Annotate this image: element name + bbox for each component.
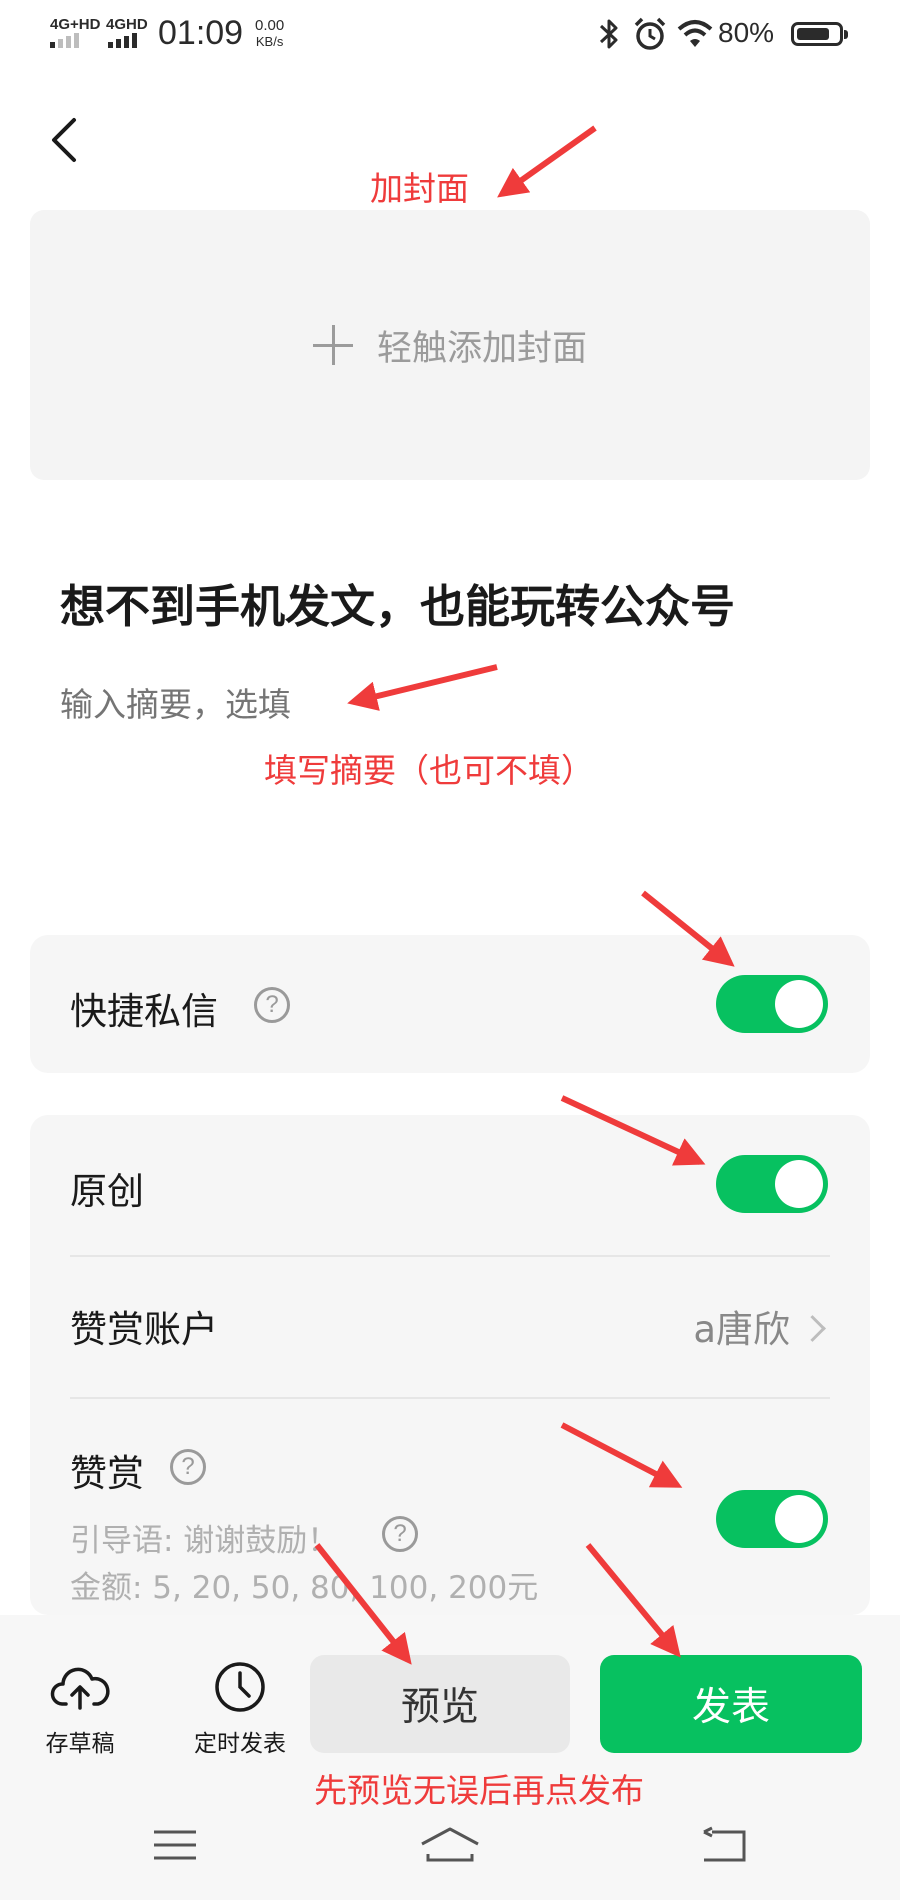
annotation-publish-tip: 先预览无误后再点发布 [314, 1771, 644, 1810]
schedule-publish-label: 定时发表 [194, 1731, 286, 1757]
alarm-icon [634, 17, 666, 50]
signal-1-label: 4G+HD [50, 16, 101, 33]
reward-account-value: a唐欣 [693, 1308, 790, 1351]
save-draft-button[interactable]: 存草稿 [10, 1662, 150, 1758]
reward-account-label: 赞赏账户 [70, 1308, 218, 1351]
reward-guide-text: 引导语: 谢谢鼓励！ [70, 1523, 339, 1559]
publish-button[interactable]: 发表 [600, 1655, 862, 1753]
annotation-summary: 填写摘要（也可不填） [264, 751, 594, 790]
add-cover-content: 轻触添加封面 [30, 210, 870, 480]
help-icon[interactable]: ? [170, 1449, 206, 1485]
home-icon[interactable] [420, 1826, 480, 1864]
clock-time: 01:09 [158, 14, 244, 52]
reward-account-row[interactable]: 赞赏账户 a唐欣 [30, 1257, 870, 1397]
network-speed: 0.00 KB/s [255, 18, 284, 50]
quick-message-card: 快捷私信 ? [30, 935, 870, 1073]
status-bar: 4G+HD 4GHD 01:09 0.00 KB/s 80% [0, 0, 900, 70]
reward-toggle[interactable] [716, 1490, 828, 1548]
schedule-publish-button[interactable]: 定时发表 [170, 1660, 310, 1758]
preview-button[interactable]: 预览 [310, 1655, 570, 1753]
signal-2-label: 4GHD [106, 16, 148, 33]
original-label: 原创 [70, 1170, 144, 1213]
battery-percent: 80% [718, 17, 775, 48]
annotation-cover: 加封面 [370, 169, 469, 208]
add-cover-label: 轻触添加封面 [376, 328, 587, 369]
network-speed-unit: KB/s [255, 34, 284, 49]
plus-icon [312, 325, 353, 365]
reward-amount-text: 金额: 5, 20, 50, 80, 100, 200元 [70, 1570, 539, 1606]
battery-level-fill [797, 28, 829, 40]
arrow-cover [497, 125, 597, 198]
bluetooth-icon [599, 19, 618, 49]
quick-message-label: 快捷私信 [70, 990, 218, 1033]
save-draft-label: 存草稿 [45, 1731, 115, 1757]
cloud-upload-icon [50, 1667, 110, 1710]
quick-message-toggle[interactable] [716, 975, 828, 1033]
back-button[interactable] [40, 110, 90, 170]
summary-input[interactable] [60, 685, 560, 724]
article-title[interactable]: 想不到手机发文，也能玩转公众号 [60, 570, 735, 635]
chevron-left-icon [52, 118, 76, 162]
wifi-icon [677, 20, 713, 47]
copyright-reward-card: 原创 赞赏账户 a唐欣 赞赏 ? 引导语: 谢谢鼓励！ ? 金额: 5, 20,… [30, 1115, 870, 1615]
original-toggle[interactable] [716, 1155, 828, 1213]
clock-icon [215, 1662, 265, 1712]
battery-icon [791, 22, 848, 46]
divider [70, 1397, 830, 1399]
network-speed-value: 0.00 [255, 17, 285, 34]
reward-label: 赞赏 [70, 1452, 144, 1495]
add-cover-area[interactable]: 轻触添加封面 [30, 210, 870, 480]
back-nav-icon[interactable] [700, 1826, 748, 1864]
signal-1-icon [50, 33, 79, 48]
help-icon[interactable]: ? [254, 987, 290, 1023]
menu-icon[interactable] [152, 1828, 198, 1862]
signal-2-icon [108, 33, 137, 48]
help-icon[interactable]: ? [382, 1516, 418, 1552]
chevron-right-icon [799, 1315, 826, 1342]
